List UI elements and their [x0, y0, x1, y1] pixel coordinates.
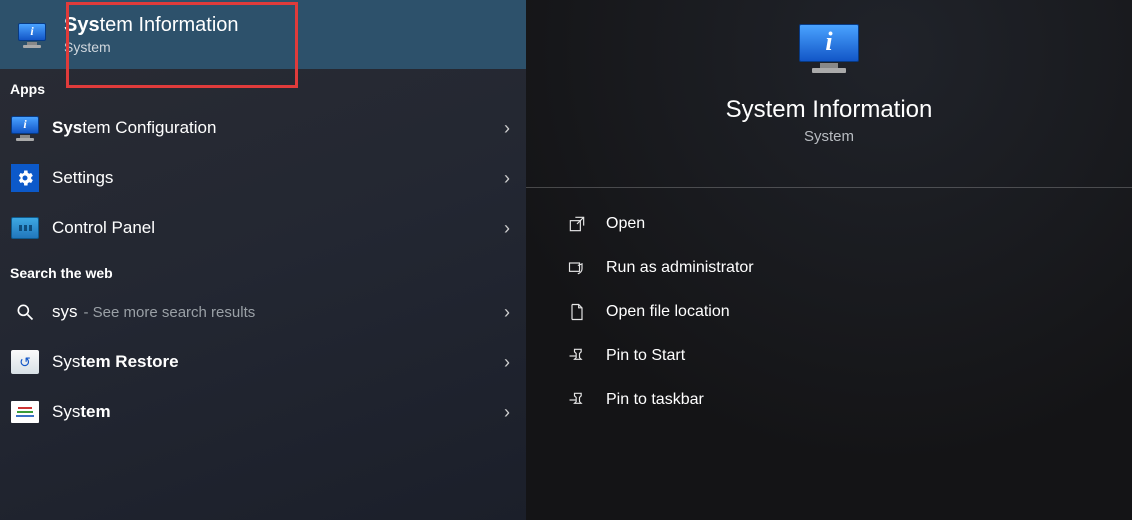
detail-subtitle: System — [804, 128, 854, 145]
chevron-right-icon: › — [504, 352, 510, 373]
system-information-icon: i — [12, 15, 52, 55]
detail-header: i System Information System — [526, 0, 1132, 163]
pin-icon — [562, 390, 592, 410]
action-open-file-location[interactable]: Open file location — [554, 290, 1104, 334]
pin-icon — [562, 346, 592, 366]
result-settings[interactable]: Settings › — [0, 153, 526, 203]
detail-actions: Open Run as administrator Open file loca… — [526, 202, 1132, 422]
detail-app-icon: i — [799, 24, 859, 78]
chevron-right-icon: › — [504, 118, 510, 139]
chevron-right-icon: › — [504, 302, 510, 323]
search-icon — [10, 297, 40, 327]
web-section-header: Search the web — [0, 253, 526, 287]
result-system-configuration[interactable]: i System Configuration › — [0, 103, 526, 153]
action-open[interactable]: Open — [554, 202, 1104, 246]
result-control-panel[interactable]: Control Panel › — [0, 203, 526, 253]
search-results-pane: i System Information System Apps i Syste… — [0, 0, 526, 520]
settings-icon — [10, 163, 40, 193]
separator — [526, 187, 1132, 188]
result-system[interactable]: System › — [0, 387, 526, 437]
detail-pane: i System Information System Open Run as … — [526, 0, 1132, 520]
best-match-result[interactable]: i System Information System — [0, 0, 526, 69]
folder-icon — [562, 302, 592, 322]
open-icon — [562, 214, 592, 234]
chevron-right-icon: › — [504, 218, 510, 239]
best-match-title: System Information — [64, 14, 239, 37]
action-pin-to-start[interactable]: Pin to Start — [554, 334, 1104, 378]
action-run-as-admin[interactable]: Run as administrator — [554, 246, 1104, 290]
shield-icon — [562, 258, 592, 278]
system-configuration-icon: i — [10, 113, 40, 143]
system-restore-icon: ↺ — [10, 347, 40, 377]
chevron-right-icon: › — [504, 402, 510, 423]
best-match-subtitle: System — [64, 39, 239, 55]
detail-title: System Information — [726, 96, 933, 124]
action-pin-to-taskbar[interactable]: Pin to taskbar — [554, 378, 1104, 422]
result-web-sys[interactable]: sys- See more search results › — [0, 287, 526, 337]
chevron-right-icon: › — [504, 168, 510, 189]
apps-section-header: Apps — [0, 69, 526, 103]
control-panel-icon — [10, 213, 40, 243]
system-icon — [10, 397, 40, 427]
result-system-restore[interactable]: ↺ System Restore › — [0, 337, 526, 387]
